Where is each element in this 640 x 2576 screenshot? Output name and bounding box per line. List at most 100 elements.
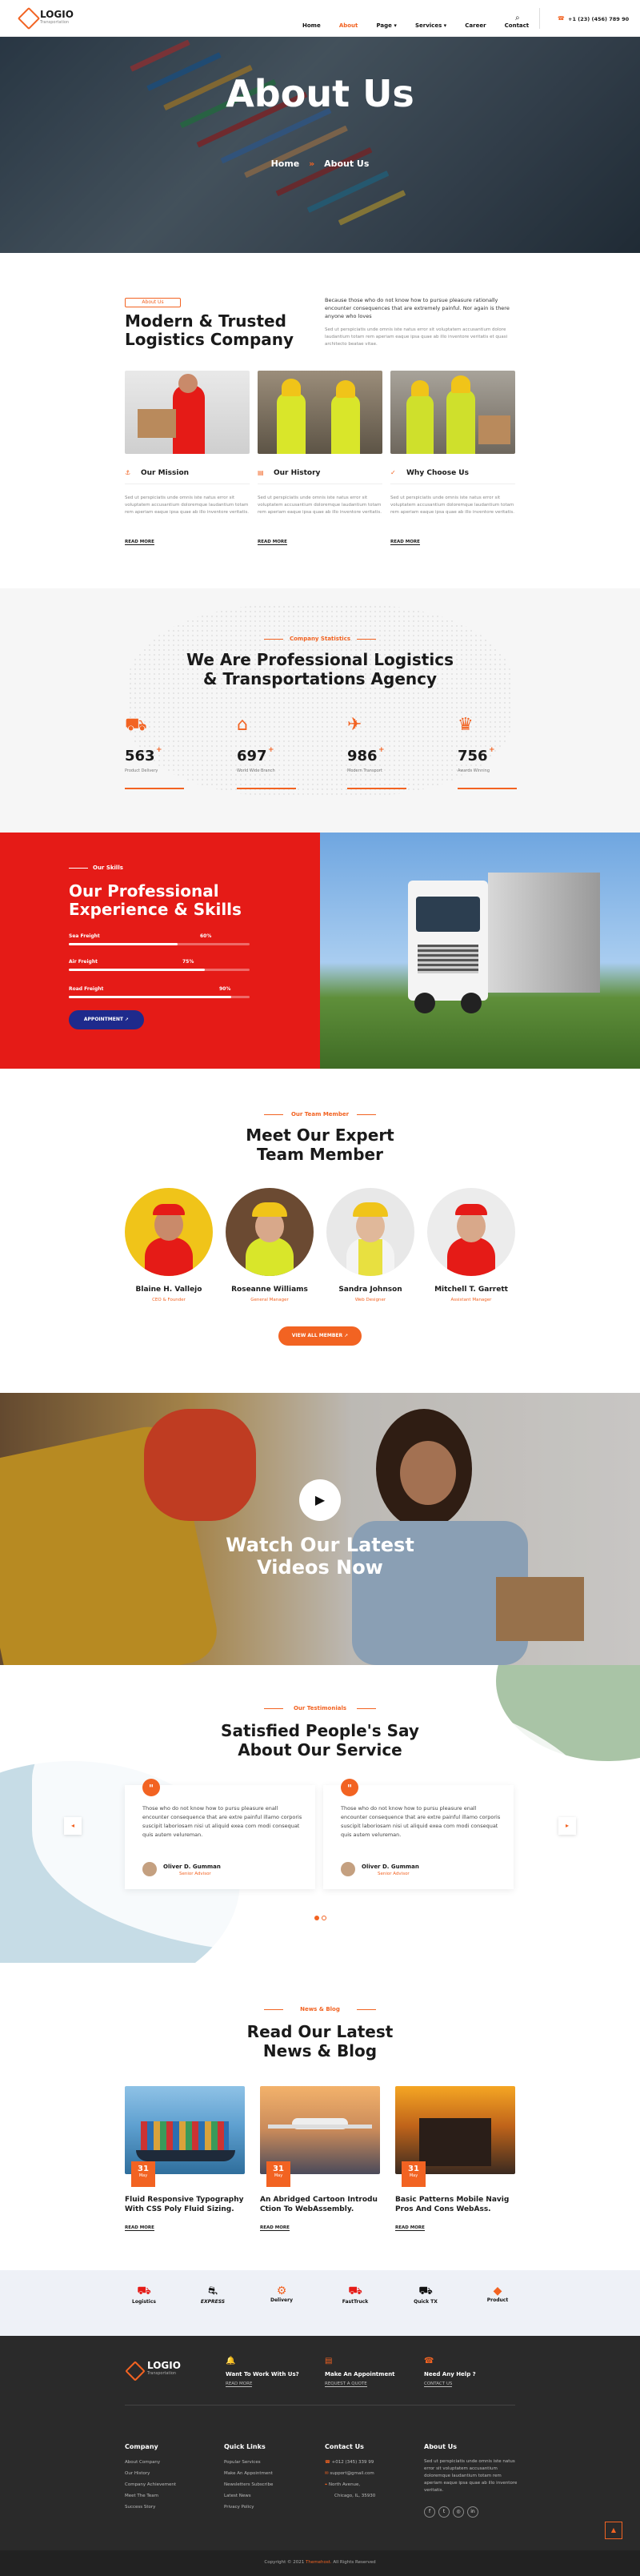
scroll-top-icon[interactable]: ▲	[605, 2522, 622, 2539]
logo-text[interactable]: LOGIO	[40, 9, 74, 20]
footer-quick-link[interactable]: Make An Appointment	[224, 2468, 273, 2479]
member-4-photo[interactable]	[427, 1188, 515, 1276]
footer-cta-2-link[interactable]: REQUEST A QUOTE	[325, 2381, 367, 2387]
stat-4-plus: +	[489, 746, 495, 754]
location-icon: ⌖	[325, 2482, 328, 2487]
footer-contact-heading: Contact Us	[325, 2443, 364, 2450]
brand-express[interactable]: ⛐ EXPRESS	[189, 2285, 237, 2305]
nav-career[interactable]: Career	[465, 22, 486, 29]
footer-company-link[interactable]: Meet The Team	[125, 2490, 176, 2502]
blog-title: Read Our Latest News & Blog	[0, 2022, 640, 2060]
truck-windshield	[416, 897, 480, 932]
blog-title-line2: News & Blog	[262, 2041, 378, 2060]
footer-quick-link[interactable]: Newsletters Subscribe	[224, 2479, 273, 2490]
blog-3-day: 31	[408, 2165, 419, 2173]
blog-1-day: 31	[138, 2165, 149, 2173]
brand-delivery[interactable]: ⚙ Delivery	[258, 2285, 306, 2303]
about-tag: About Us	[125, 298, 181, 307]
stat-2-underline	[237, 788, 296, 789]
testimonials-tag-line-right	[357, 1708, 376, 1709]
linkedin-icon[interactable]: in	[467, 2506, 478, 2518]
brand-fasttruck[interactable]: ⛟ FastTruck	[331, 2285, 379, 2305]
member-1-photo[interactable]	[125, 1188, 213, 1276]
header-phone[interactable]: +1 (23) (456) 789 90	[568, 16, 629, 22]
blog-1-title[interactable]: Fluid Responsive Typography With CSS Pol…	[125, 2195, 245, 2214]
skill-air-track	[69, 969, 250, 971]
testimonial-2-role: Senior Advisor	[378, 1872, 410, 1876]
next-arrow-icon[interactable]: ▸	[558, 1817, 576, 1835]
breadcrumb-home[interactable]: Home	[271, 158, 300, 169]
footer-logo-text[interactable]: LOGIO	[147, 2360, 181, 2371]
footer-cta-1-link[interactable]: READ MORE	[226, 2381, 253, 2387]
blog-2-title[interactable]: An Abridged Cartoon Introdu Ction To Web…	[260, 2195, 380, 2214]
why-read-more[interactable]: READ MORE	[390, 540, 420, 545]
member-2-name[interactable]: Roseanne Williams	[218, 1286, 322, 1294]
nav-page[interactable]: Page ▾	[376, 22, 396, 29]
instagram-icon[interactable]: ◎	[453, 2506, 464, 2518]
about-body: Sed ut perspiciatis unde omnis iste natu…	[325, 327, 508, 347]
nav-contact[interactable]: Contact	[505, 22, 530, 29]
play-video-button[interactable]: ▶	[299, 1479, 341, 1521]
carousel-dot[interactable]	[322, 1916, 326, 1920]
footer-company-link[interactable]: Company Achievement	[125, 2479, 176, 2490]
award-icon: ♛	[458, 715, 474, 735]
nav-home[interactable]: Home	[302, 22, 321, 29]
twitter-icon[interactable]: t	[438, 2506, 450, 2518]
history-title: Our History	[274, 469, 321, 477]
blog-2-read-more[interactable]: READ MORE	[260, 2225, 290, 2231]
history-read-more[interactable]: READ MORE	[258, 540, 287, 545]
stat-1-plus: +	[156, 746, 162, 754]
about-title: Modern & Trusted Logistics Company	[125, 312, 294, 349]
footer-quick-link[interactable]: Privacy Policy	[224, 2502, 273, 2513]
nav-about[interactable]: About	[339, 22, 358, 29]
history-text: Sed ut perspiciatis unde omnis iste natu…	[258, 496, 382, 515]
member-4-name[interactable]: Mitchell T. Garrett	[419, 1286, 523, 1294]
testimonials-title-line2: About Our Service	[238, 1740, 402, 1759]
member-1-name[interactable]: Blaine H. Vallejo	[117, 1286, 221, 1294]
footer-email[interactable]: ✉ support@gmail.com	[325, 2468, 375, 2479]
prev-arrow-icon[interactable]: ◂	[64, 1817, 82, 1835]
member-3-photo[interactable]	[326, 1188, 414, 1276]
mission-read-more[interactable]: READ MORE	[125, 540, 154, 545]
facebook-icon[interactable]: f	[424, 2506, 435, 2518]
mission-text: Sed ut perspiciatis unde omnis iste natu…	[125, 496, 249, 515]
mail-icon: ✉	[325, 2471, 329, 2476]
brand-express-label: EXPRESS	[200, 2299, 226, 2305]
member-3-name[interactable]: Sandra Johnson	[318, 1286, 422, 1294]
member-2-photo[interactable]	[226, 1188, 314, 1276]
footer-phone-icon: ☎	[325, 2460, 330, 2465]
footer-quick-links: Quick Links Popular Services Make An App…	[224, 2443, 273, 2513]
logo-icon[interactable]	[17, 6, 41, 30]
search-icon[interactable]: ⌕	[515, 14, 520, 22]
forklift-silhouette	[419, 2118, 491, 2166]
footer-quick-link[interactable]: Popular Services	[224, 2457, 273, 2468]
member-4-role: Assistant Manager	[450, 1298, 492, 1302]
blog-3-title[interactable]: Basic Patterns Mobile Navig Pros And Con…	[395, 2195, 515, 2214]
footer-phone[interactable]: ☎ +012 (345) 339 99	[325, 2457, 375, 2468]
truck-icon: ⛟	[125, 715, 147, 735]
footer-quick-link[interactable]: Latest News	[224, 2490, 273, 2502]
view-all-members-button[interactable]: VIEW ALL MEMBER ➚	[278, 1326, 362, 1346]
history-icon: ▤	[258, 469, 264, 476]
about-title-line1: Modern & Trusted	[125, 311, 286, 331]
header-divider	[539, 8, 540, 29]
copyright-brand[interactable]: Themehost.	[306, 2560, 332, 2565]
hero-banner: About Us Home » About Us	[0, 37, 640, 253]
footer-company-link[interactable]: Our History	[125, 2468, 176, 2479]
footer-company-link[interactable]: Success Story	[125, 2502, 176, 2513]
footer-cta-3-link[interactable]: CONTACT US	[424, 2381, 453, 2387]
blog-3-read-more[interactable]: READ MORE	[395, 2225, 425, 2231]
footer-cta-3-title: Need Any Help ?	[424, 2371, 476, 2377]
brand-quicktx-label: Quick TX	[414, 2299, 438, 2305]
blog-1-read-more[interactable]: READ MORE	[125, 2225, 154, 2231]
video-title: Watch Our Latest Videos Now	[0, 1534, 640, 1579]
brand-product[interactable]: ◆ Product	[474, 2285, 522, 2303]
footer-company-link[interactable]: About Company	[125, 2457, 176, 2468]
skill-road-label: Road Freight	[69, 986, 104, 992]
nav-services[interactable]: Services ▾	[415, 22, 446, 29]
brand-quicktx[interactable]: ⛟ Quick TX	[402, 2285, 450, 2305]
appointment-button[interactable]: APPOINTMENT ➚	[69, 1010, 144, 1029]
carousel-dot-active[interactable]	[314, 1916, 319, 1920]
stat-3-label: Modern Transport	[347, 768, 382, 773]
brand-logistics[interactable]: ⛟ Logistics	[120, 2285, 168, 2305]
